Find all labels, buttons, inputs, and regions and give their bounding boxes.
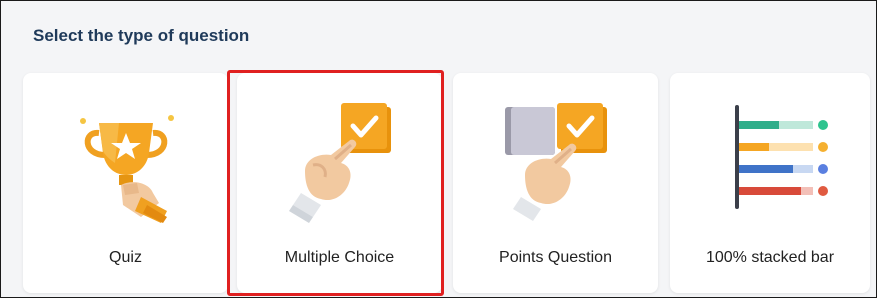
card-label-stacked-bar: 100% stacked bar <box>705 249 835 266</box>
card-label-quiz: Quiz <box>109 249 142 266</box>
stacked-bar-chart-icon <box>670 93 870 223</box>
trophy-icon <box>23 93 228 223</box>
card-stacked-bar[interactable]: 100% stacked bar <box>670 73 870 293</box>
card-multiple-choice[interactable]: Multiple Choice <box>237 73 442 293</box>
hand-checkbox-icon <box>237 93 442 223</box>
card-quiz[interactable]: Quiz <box>23 73 228 293</box>
hand-two-boxes-icon <box>453 93 658 223</box>
card-points-question[interactable]: Points Question <box>453 73 658 293</box>
card-label-multiple-choice: Multiple Choice <box>284 249 395 266</box>
question-type-cards: Quiz Multiple Choice Points Question 100… <box>1 1 877 299</box>
card-label-points-question: Points Question <box>499 249 612 266</box>
question-type-panel: Select the type of question Quiz Multipl… <box>0 0 877 298</box>
